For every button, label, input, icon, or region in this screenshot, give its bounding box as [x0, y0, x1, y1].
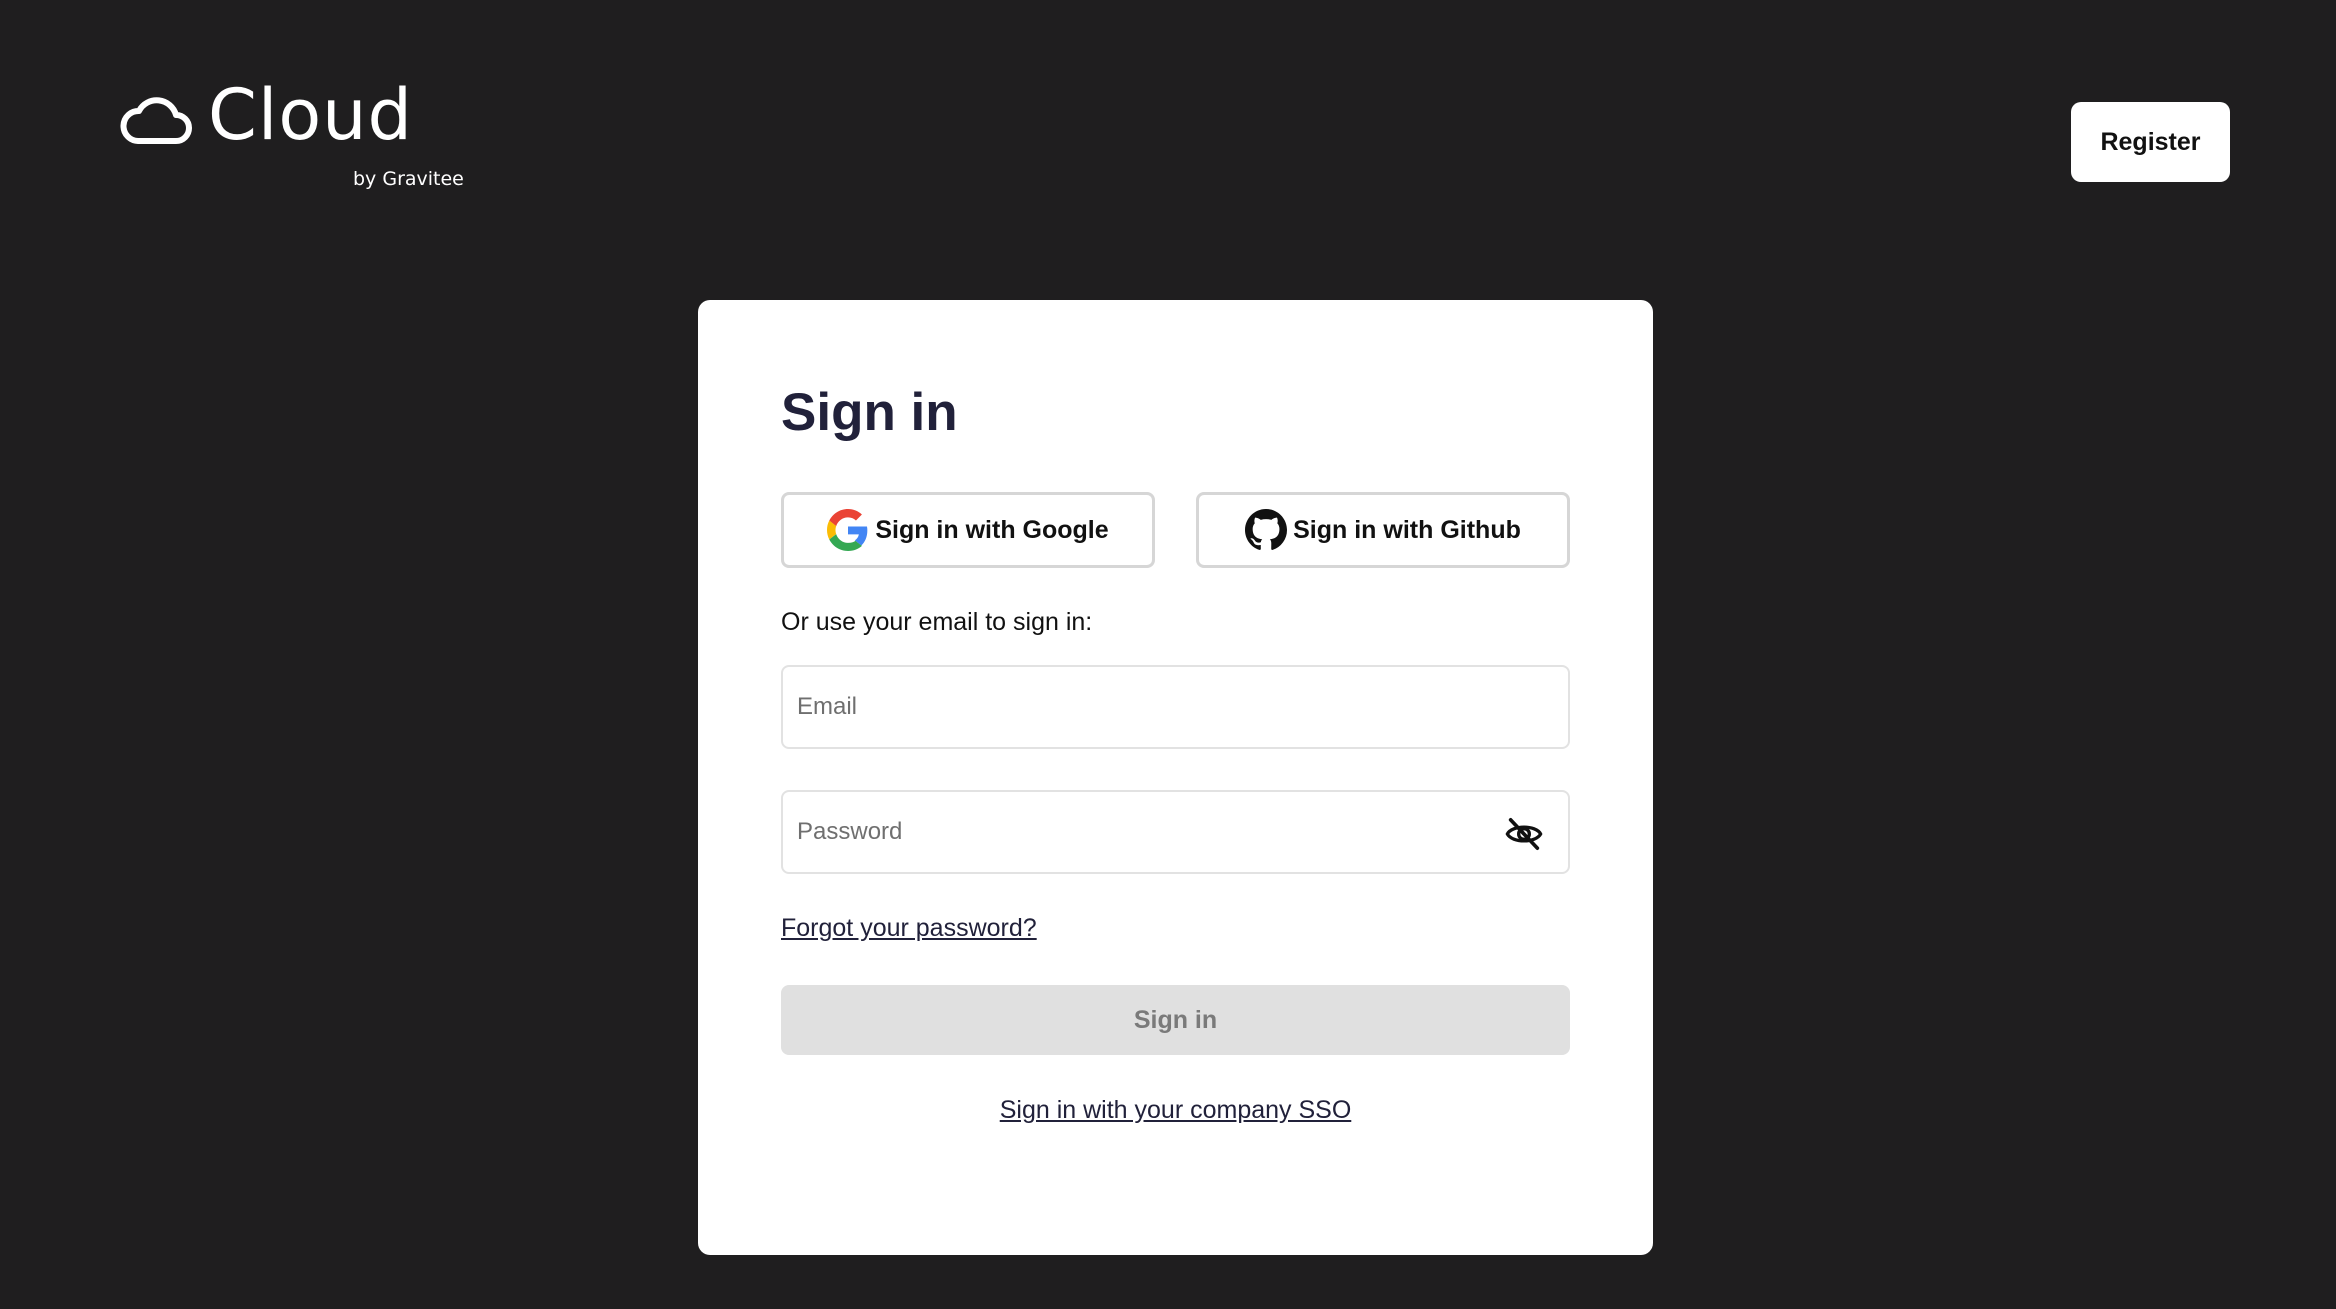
sign-in-card: Sign in Sign in with Google Sign in with… — [698, 300, 1653, 1255]
logo-text: Cloud — [208, 74, 413, 156]
google-sign-in-label: Sign in with Google — [875, 515, 1109, 544]
sso-sign-in-link[interactable]: Sign in with your company SSO — [1000, 1096, 1352, 1124]
github-icon — [1245, 509, 1288, 550]
github-sign-in-button[interactable]: Sign in with Github — [1196, 492, 1570, 568]
cloud-logo: Cloud — [118, 80, 413, 150]
email-field-container — [781, 665, 1570, 749]
sso-link-container: Sign in with your company SSO — [698, 1096, 1653, 1125]
sign-in-button[interactable]: Sign in — [781, 985, 1570, 1055]
password-field-container — [781, 790, 1570, 874]
register-button[interactable]: Register — [2071, 102, 2230, 182]
eye-off-icon[interactable] — [1504, 814, 1544, 854]
github-sign-in-label: Sign in with Github — [1293, 515, 1521, 544]
google-sign-in-button[interactable]: Sign in with Google — [781, 492, 1155, 568]
email-divider-text: Or use your email to sign in: — [781, 608, 1093, 636]
password-input[interactable] — [783, 792, 1477, 872]
google-icon — [827, 509, 868, 551]
forgot-password-link[interactable]: Forgot your password? — [781, 914, 1037, 943]
logo-subtitle: by Gravitee — [353, 168, 464, 190]
cloud-icon — [120, 97, 192, 144]
email-input[interactable] — [783, 667, 1477, 747]
sign-in-page: Cloud by Gravitee Register Sign in Sign … — [0, 0, 2336, 1309]
page-title: Sign in — [781, 383, 958, 442]
